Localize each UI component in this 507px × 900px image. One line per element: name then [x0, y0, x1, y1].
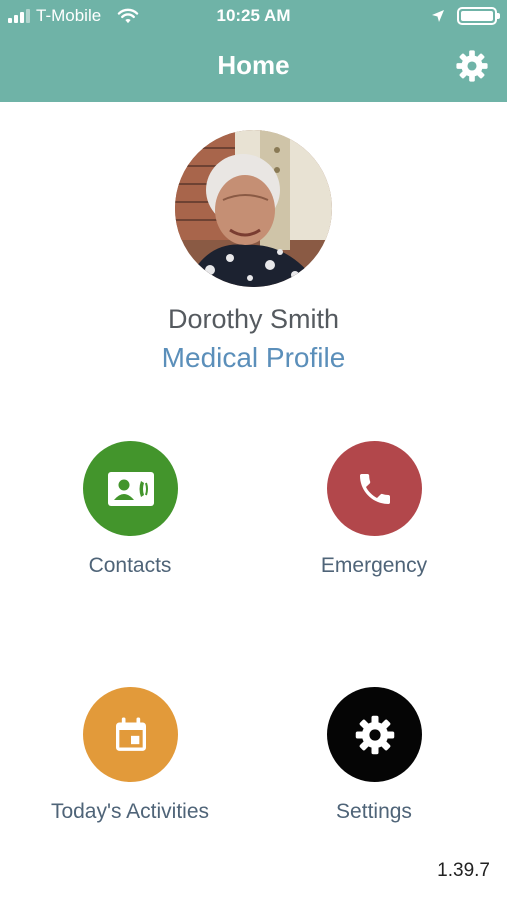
battery-icon [457, 7, 500, 25]
avatar[interactable] [175, 130, 332, 287]
contacts-button[interactable]: Contacts [20, 441, 240, 591]
medical-profile-link[interactable]: Medical Profile [0, 342, 507, 374]
gear-icon[interactable] [455, 49, 489, 83]
contact-card-icon [107, 471, 154, 506]
phone-icon [359, 473, 390, 504]
contacts-label: Contacts [88, 554, 172, 577]
emergency-circle[interactable] [327, 441, 422, 536]
top-bar: T-Mobile 10:25 AM Home [0, 0, 507, 102]
status-bar: T-Mobile 10:25 AM [0, 0, 507, 34]
contacts-circle[interactable] [83, 441, 178, 536]
gear-icon [355, 715, 394, 754]
settings-button[interactable]: Settings [264, 687, 484, 837]
emergency-button[interactable]: Emergency [264, 441, 484, 591]
todays-activities-button[interactable]: Today's Activities [20, 687, 240, 837]
emergency-label: Emergency [320, 554, 428, 577]
location-arrow-icon [432, 10, 444, 22]
settings-circle[interactable] [327, 687, 422, 782]
page-title: Home [217, 50, 290, 80]
user-name: Dorothy Smith [167, 304, 340, 334]
status-right [431, 7, 500, 25]
settings-label: Settings [336, 800, 412, 823]
app-version: 1.39.7 [437, 860, 490, 881]
todays-activities-label: Today's Activities [50, 800, 210, 823]
activities-circle[interactable] [83, 687, 178, 782]
avatar-photo [175, 130, 332, 287]
calendar-icon [115, 717, 146, 751]
